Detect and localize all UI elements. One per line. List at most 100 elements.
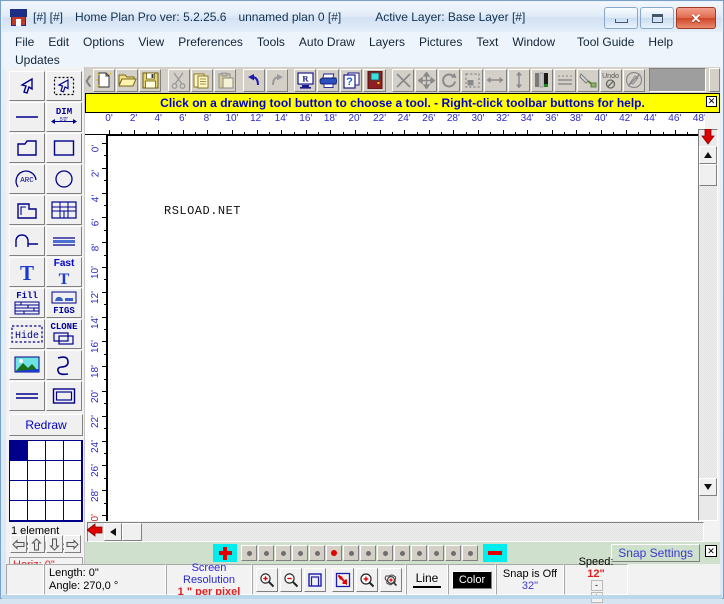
print-preview-icon[interactable]: R: [294, 68, 317, 92]
palette-cell[interactable]: [9, 500, 28, 521]
palette-cell[interactable]: [9, 460, 28, 481]
layer-dot-button[interactable]: [394, 545, 410, 561]
layer-bar-close-button[interactable]: ✕: [705, 545, 717, 557]
layer-dot-button[interactable]: [326, 545, 342, 561]
polygon-tool[interactable]: [9, 133, 45, 163]
rotate-icon[interactable]: [438, 68, 461, 92]
toolbar-grip[interactable]: ❮: [84, 69, 93, 91]
layer-dot-button[interactable]: [258, 545, 274, 561]
maximize-button[interactable]: [640, 7, 674, 29]
vertical-scroll-thumb[interactable]: [699, 164, 717, 186]
cut-scissors-icon[interactable]: [167, 68, 190, 92]
menu-item-layers[interactable]: Layers: [362, 34, 412, 50]
drawing-canvas[interactable]: RSLOAD.NET: [107, 135, 705, 521]
layer-dot-button[interactable]: [309, 545, 325, 561]
scroll-left-button[interactable]: [104, 523, 122, 541]
zoom-extents-icon[interactable]: [380, 567, 402, 592]
select-area-icon[interactable]: [461, 68, 484, 92]
undo-zero-icon[interactable]: Undo: [599, 68, 622, 92]
palette-cell[interactable]: [63, 460, 82, 481]
scroll-left-marker-icon[interactable]: [86, 523, 103, 537]
palette-cell[interactable]: [63, 440, 82, 461]
scroll-top-marker-icon[interactable]: [701, 128, 715, 145]
lines-icon[interactable]: [553, 68, 576, 92]
figures-tool[interactable]: FIGS: [46, 288, 82, 318]
menu-item-text[interactable]: Text: [469, 34, 505, 50]
nav-right-button[interactable]: [64, 535, 81, 553]
palette-cell[interactable]: [27, 500, 46, 521]
menu-item-edit[interactable]: Edit: [41, 34, 76, 50]
layer-dot-button[interactable]: [462, 545, 478, 561]
line-tool[interactable]: [9, 102, 45, 132]
layer-dot-button[interactable]: [445, 545, 461, 561]
menu-item-tools[interactable]: Tools: [250, 34, 292, 50]
menu-item-tool-guide[interactable]: Tool Guide: [570, 34, 641, 50]
horizontal-scroll-thumb[interactable]: [122, 523, 142, 541]
dimension-tool[interactable]: DIM 5'0": [46, 102, 82, 132]
horizontal-scrollbar[interactable]: [87, 522, 704, 542]
paste-icon[interactable]: [213, 68, 237, 92]
nav-down-button[interactable]: [46, 535, 63, 553]
printer-icon[interactable]: [317, 68, 340, 92]
window-tool[interactable]: [46, 195, 82, 225]
zoom-out-icon[interactable]: [280, 567, 302, 592]
palette-cell[interactable]: [9, 440, 28, 461]
picture-tool[interactable]: [9, 350, 45, 380]
fast-text-tool[interactable]: Fast T: [46, 257, 82, 287]
menu-item-preferences[interactable]: Preferences: [171, 34, 250, 50]
fit-page-icon[interactable]: [304, 567, 326, 592]
door-icon[interactable]: [363, 68, 386, 92]
scroll-up-button[interactable]: [699, 146, 717, 164]
double-line-tool[interactable]: [9, 381, 45, 411]
copy-icon[interactable]: [190, 68, 213, 92]
fill-tool[interactable]: Fill: [9, 288, 45, 318]
hint-close-button[interactable]: ✕: [706, 96, 717, 107]
clone-tool[interactable]: CLONE: [46, 319, 82, 349]
paint-icon[interactable]: [576, 68, 599, 92]
save-disk-icon[interactable]: [139, 68, 162, 92]
palette-cell[interactable]: [27, 480, 46, 501]
zoom-window-icon[interactable]: [356, 567, 378, 592]
color-button[interactable]: Color: [452, 570, 492, 589]
horizontal-scroll-track[interactable]: [142, 523, 703, 541]
palette-cell[interactable]: [45, 440, 64, 461]
toolbar-end-grip[interactable]: [708, 68, 721, 92]
minimize-button[interactable]: [604, 7, 638, 29]
layer-dot-button[interactable]: [377, 545, 393, 561]
circle-tool[interactable]: [46, 164, 82, 194]
nav-up-button[interactable]: [28, 535, 45, 553]
menu-bar[interactable]: File Edit Options View Preferences Tools…: [2, 32, 722, 51]
zoom-previous-icon[interactable]: [332, 567, 354, 592]
marquee-select-tool[interactable]: [46, 71, 82, 101]
menu-item-updates[interactable]: Updates: [8, 52, 67, 68]
palette-cell[interactable]: [27, 440, 46, 461]
room-tool[interactable]: [9, 195, 45, 225]
palette-cell[interactable]: [45, 460, 64, 481]
nav-left-button[interactable]: [10, 535, 27, 553]
menu-item-file[interactable]: File: [8, 34, 41, 50]
vertical-scrollbar[interactable]: [698, 129, 718, 521]
stretch-vertical-icon[interactable]: [507, 68, 530, 92]
vertical-scroll-track[interactable]: [699, 186, 717, 478]
menu-item-view[interactable]: View: [131, 34, 171, 50]
help-question-icon[interactable]: ?: [340, 68, 363, 92]
box-tool[interactable]: [46, 381, 82, 411]
add-layer-button[interactable]: [213, 544, 237, 562]
line-style-button[interactable]: Line: [406, 564, 448, 595]
menu-item-options[interactable]: Options: [76, 34, 131, 50]
wall-icon[interactable]: [530, 68, 553, 92]
undo-arrow-icon[interactable]: [242, 68, 265, 92]
layer-dot-button[interactable]: [360, 545, 376, 561]
beam-tool[interactable]: [46, 226, 82, 256]
snap-settings-button[interactable]: Snap Settings: [611, 544, 700, 562]
speed-decrease-button[interactable]: -: [590, 579, 603, 591]
new-file-icon[interactable]: [93, 68, 116, 92]
redraw-button[interactable]: Redraw: [9, 414, 83, 436]
hide-tool[interactable]: Hide: [9, 319, 45, 349]
arrow-select-tool[interactable]: [9, 71, 45, 101]
layer-dot-button[interactable]: [275, 545, 291, 561]
delete-x-icon[interactable]: [392, 68, 415, 92]
rectangle-tool[interactable]: [46, 133, 82, 163]
palette-cell[interactable]: [45, 500, 64, 521]
snap-status[interactable]: Snap is Off 32": [496, 564, 564, 595]
